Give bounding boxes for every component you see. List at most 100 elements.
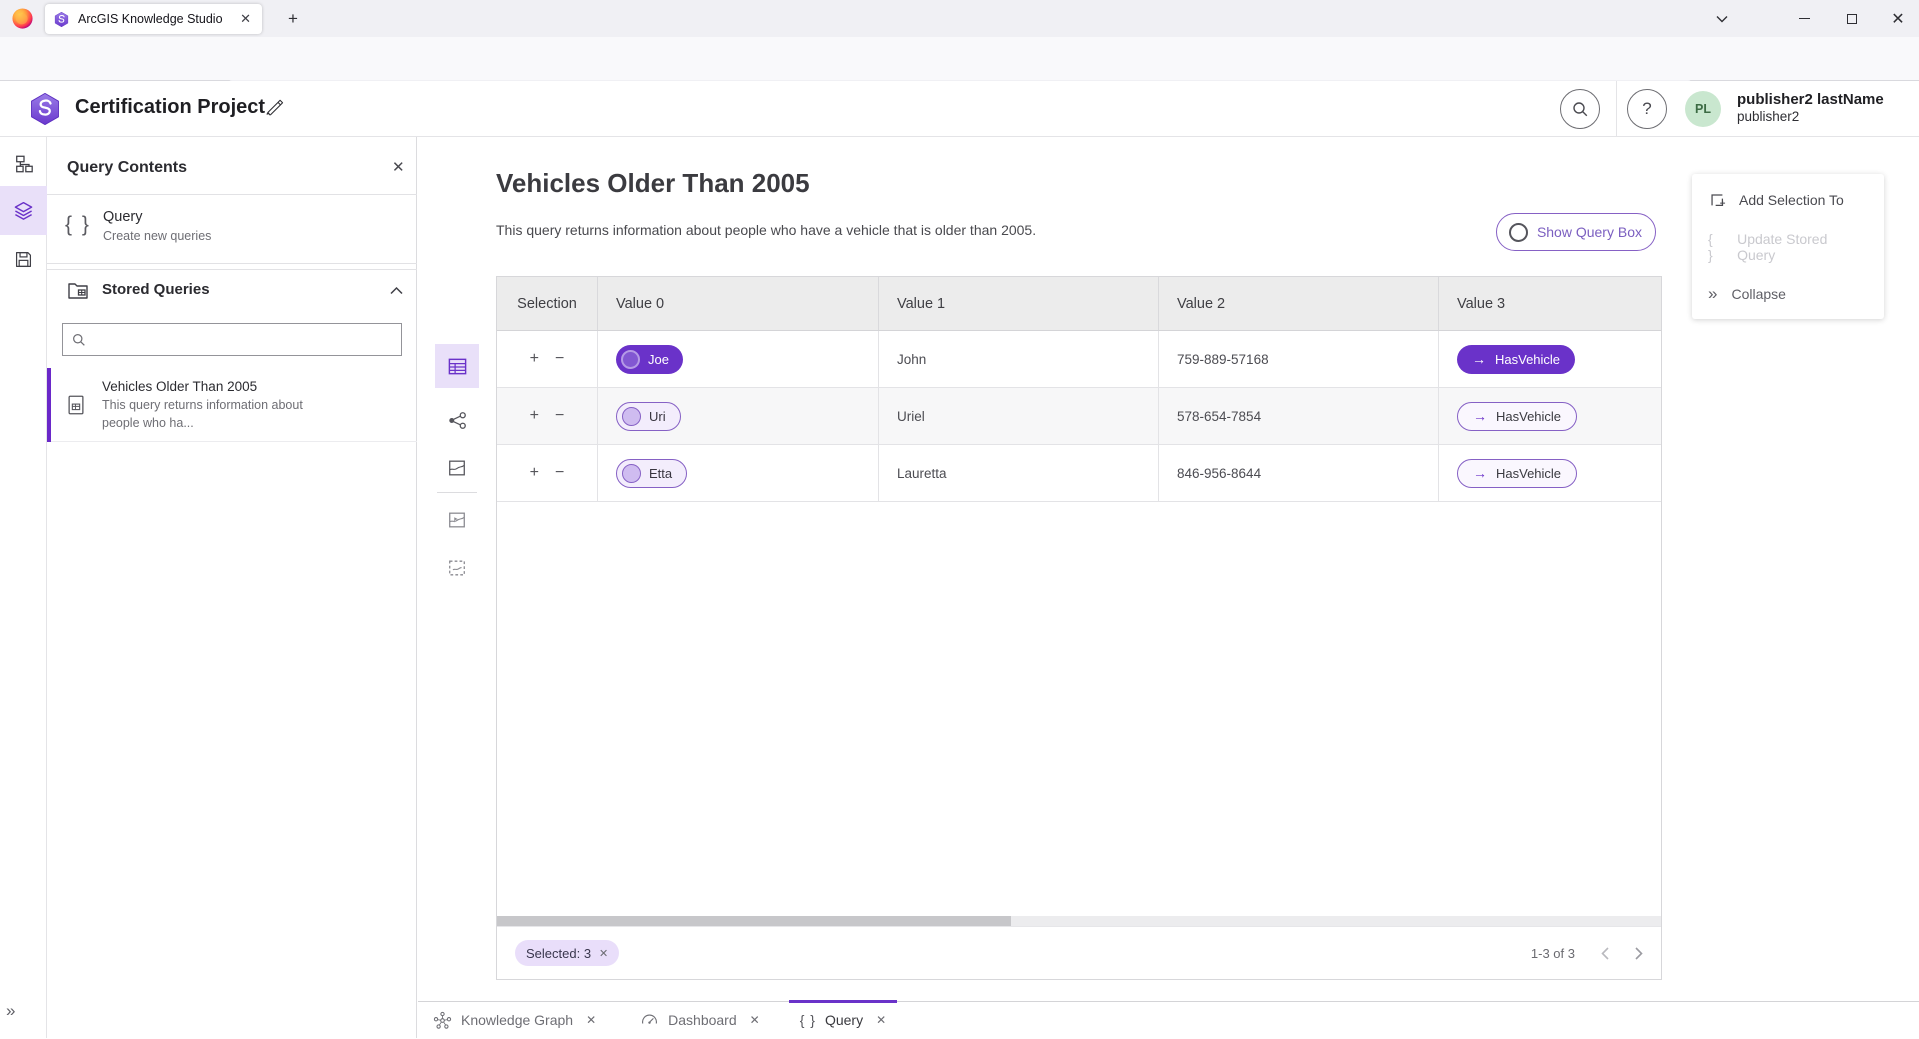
dashboard-gauge-icon: [640, 1011, 659, 1030]
entity-pill[interactable]: Uri: [616, 402, 681, 431]
save-icon: [14, 250, 33, 269]
header-divider: [1616, 81, 1617, 137]
tab-query[interactable]: { } Query ✕: [789, 1002, 897, 1039]
next-page-icon[interactable]: [1635, 947, 1643, 960]
column-header-selection[interactable]: Selection: [497, 277, 598, 330]
cell-phone: 759-889-57168: [1159, 331, 1439, 387]
help-button[interactable]: ?: [1627, 89, 1667, 129]
relationship-pill[interactable]: →HasVehicle: [1457, 345, 1575, 374]
stored-queries-search-input[interactable]: [94, 332, 392, 347]
menu-label: Add Selection To: [1739, 192, 1844, 208]
menu-item-collapse[interactable]: » Collapse: [1692, 270, 1884, 317]
tool-divider: [437, 492, 477, 493]
add-selection-icon: [1708, 191, 1726, 209]
entity-pill[interactable]: Joe: [616, 345, 683, 374]
sidebar-item-data-model[interactable]: [0, 139, 47, 188]
map-icon: [447, 458, 467, 478]
table-row[interactable]: + − Joe John 759-889-57168 →HasVehicle: [497, 331, 1661, 388]
map-view-button[interactable]: [435, 446, 479, 490]
remove-from-selection-icon[interactable]: −: [555, 351, 564, 367]
menu-item-add-selection-to[interactable]: Add Selection To: [1692, 176, 1884, 223]
menu-label: Collapse: [1731, 286, 1785, 302]
tab-close-icon[interactable]: ✕: [237, 11, 254, 27]
query-create-item[interactable]: { } Query Create new queries: [47, 195, 417, 263]
arrow-right-icon: →: [1473, 408, 1487, 424]
user-avatar[interactable]: PL: [1685, 91, 1721, 127]
menu-item-update-stored-query[interactable]: { } Update Stored Query: [1692, 223, 1884, 270]
relationship-pill[interactable]: →HasVehicle: [1457, 402, 1577, 431]
add-to-selection-icon[interactable]: +: [530, 351, 539, 367]
table-row[interactable]: + − Uri Uriel 578-654-7854 →HasVehicle: [497, 388, 1661, 445]
toggle-switch[interactable]: [1510, 224, 1528, 241]
show-query-box-label: Show Query Box: [1537, 224, 1642, 240]
tab-close-icon[interactable]: ✕: [586, 1013, 596, 1027]
relationship-pill[interactable]: →HasVehicle: [1457, 459, 1577, 488]
tab-close-icon[interactable]: ✕: [750, 1013, 760, 1027]
column-header-value1[interactable]: Value 1: [879, 277, 1159, 330]
tab-close-icon[interactable]: ✕: [876, 1013, 886, 1027]
table-row[interactable]: + − Etta Lauretta 846-956-8644 →HasVehic…: [497, 445, 1661, 502]
sidebar-item-contents[interactable]: [0, 186, 47, 235]
entity-dot-icon: [622, 464, 641, 483]
user-name: publisher2 lastName: [1737, 90, 1884, 109]
link-chart-button[interactable]: [435, 398, 479, 442]
tab-knowledge-graph[interactable]: Knowledge Graph ✕: [422, 1002, 607, 1039]
window-maximize-button[interactable]: [1830, 0, 1874, 37]
stored-query-item[interactable]: Vehicles Older Than 2005 This query retu…: [47, 368, 417, 442]
query-title: Vehicles Older Than 2005: [496, 168, 810, 199]
link-analysis-icon: [447, 410, 468, 431]
expand-rail-icon[interactable]: »: [6, 1001, 15, 1021]
entity-pill[interactable]: Etta: [616, 459, 687, 488]
show-query-box-toggle[interactable]: Show Query Box: [1496, 213, 1656, 251]
panel-close-icon[interactable]: ✕: [392, 158, 405, 176]
query-item-subtitle: Create new queries: [103, 229, 211, 243]
tab-label: Knowledge Graph: [461, 1012, 573, 1028]
list-tabs-icon[interactable]: [1700, 0, 1744, 37]
new-map-button[interactable]: [435, 546, 479, 590]
cell-name: Lauretta: [879, 445, 1159, 501]
remove-from-selection-icon[interactable]: −: [555, 465, 564, 481]
edit-title-pencil-icon[interactable]: [264, 97, 288, 121]
query-description: This query returns information about peo…: [496, 222, 1036, 238]
braces-icon: { }: [800, 1012, 816, 1028]
window-minimize-button[interactable]: [1782, 0, 1826, 37]
tab-dashboard[interactable]: Dashboard ✕: [629, 1002, 771, 1039]
clear-selection-icon[interactable]: ✕: [599, 947, 608, 960]
horizontal-scrollbar[interactable]: [497, 916, 1661, 926]
firefox-logo-icon[interactable]: [11, 7, 34, 30]
add-to-map-button[interactable]: [435, 498, 479, 542]
add-to-selection-icon[interactable]: +: [530, 465, 539, 481]
table-icon: [447, 356, 468, 377]
table-header-row: Selection Value 0 Value 1 Value 2 Value …: [497, 277, 1661, 331]
table-view-button[interactable]: [435, 344, 479, 388]
query-contents-panel: Query Contents ✕ { } Query Create new qu…: [47, 137, 417, 1038]
add-to-selection-icon[interactable]: +: [530, 408, 539, 424]
browser-tab[interactable]: ArcGIS Knowledge Studio ✕: [45, 4, 262, 34]
selected-count-label: Selected: 3: [526, 946, 591, 961]
layers-icon: [13, 200, 34, 221]
previous-page-icon[interactable]: [1601, 947, 1609, 960]
column-header-value3[interactable]: Value 3: [1439, 277, 1661, 330]
arrow-right-icon: →: [1472, 351, 1486, 367]
query-item-title: Query: [103, 209, 143, 225]
window-close-button[interactable]: ✕: [1876, 0, 1919, 37]
map-new-icon: [447, 558, 467, 578]
column-header-value2[interactable]: Value 2: [1159, 277, 1439, 330]
stored-queries-searchbox[interactable]: [62, 323, 402, 356]
tab-label: Dashboard: [668, 1012, 737, 1028]
menu-label: Update Stored Query: [1737, 231, 1868, 263]
stored-query-description: This query returns information about peo…: [102, 397, 332, 432]
selected-count-chip[interactable]: Selected: 3 ✕: [515, 940, 619, 966]
search-button[interactable]: [1560, 89, 1600, 129]
panel-title: Query Contents: [67, 159, 187, 177]
chevron-up-icon[interactable]: [390, 286, 403, 295]
table-footer: Selected: 3 ✕ 1-3 of 3: [497, 926, 1661, 979]
stored-queries-header[interactable]: Stored Queries: [47, 271, 417, 311]
remove-from-selection-icon[interactable]: −: [555, 408, 564, 424]
scrollbar-thumb[interactable]: [497, 916, 1011, 926]
sidebar-item-save[interactable]: [0, 235, 47, 284]
project-title: Certification Project: [75, 96, 265, 119]
search-icon: [72, 333, 86, 347]
new-tab-button[interactable]: +: [280, 6, 306, 32]
column-header-value0[interactable]: Value 0: [598, 277, 879, 330]
